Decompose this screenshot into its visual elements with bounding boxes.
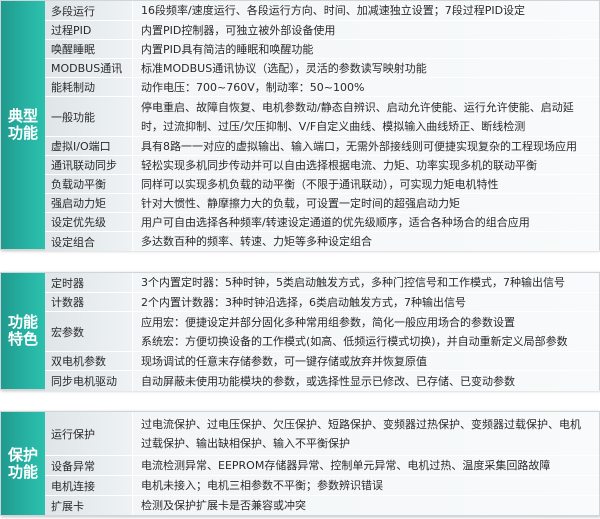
feature-name: 运行保护 [45, 412, 133, 455]
table-row: 唤醒睡眠 内置PID具有简洁的睡眠和唤醒功能 [45, 40, 599, 59]
category-label: 保护功能 [1, 412, 45, 515]
table-row: 一般功能 停电重启、故障自恢复、电机参数动/静态自辨识、启动允许使能、运行允许使能… [45, 97, 599, 137]
feature-name: 唤醒睡眠 [45, 40, 133, 58]
feature-desc-line: 系统宏：方便切换设备的工作模式(如高、低频运行模式切换)，并自动重新定义局部参数 [141, 334, 568, 348]
feature-name: 宏参数 [45, 312, 133, 351]
table-row: 双电机参数 现场调试的任意末存储参数，可一键存储或放弃并恢复原值 [45, 352, 599, 371]
table-row: 同步电机驱动 自动屏蔽未使用功能模块的参数，或选择性显示已修改、已存储、已变动参数 [45, 371, 599, 391]
feature-highlights-section: 功能特色 定时器 3个内置定时器：5种时钟，5类启动触发方式，多种门控信号和工作模… [0, 272, 600, 391]
table-row: 扩展卡 检测及保护扩展卡是否兼容或冲突 [45, 496, 599, 515]
table-row: 多段运行 16段频率/速度运行、各段运行方向、时间、加减速独立设置；7段过程PID… [45, 1, 599, 21]
table-row: 设备异常 电流检测异常、EEPROM存储器异常、控制单元异常、电机过热、温度采集回… [45, 456, 599, 476]
table-row: 运行保护 过电流保护、过电压保护、欠压保护、短路保护、变频器过热保护、变频器过载保… [45, 412, 599, 456]
feature-name: 能耗制动 [45, 78, 133, 96]
feature-desc: 针对大惯性、静摩擦力大的负载，可设置一定时间的超强启动力矩 [133, 194, 599, 212]
feature-name: 双电机参数 [45, 352, 133, 370]
feature-name: 定时器 [45, 273, 133, 292]
feature-desc: 过电流保护、过电压保护、欠压保护、短路保护、变频器过热保护、变频器过载保护、电机… [133, 412, 599, 455]
feature-name: 强启动力矩 [45, 194, 133, 212]
feature-desc: 自动屏蔽未使用功能模块的参数，或选择性显示已修改、已存储、已变动参数 [133, 371, 599, 391]
feature-desc: 3个内置定时器：5种时钟，5类启动触发方式，多种门控信号和工作模式，7种输出信号 [133, 273, 599, 292]
feature-name: 虚拟I/O端口 [45, 137, 133, 155]
feature-desc: 内置PID具有简洁的睡眠和唤醒功能 [133, 40, 599, 58]
feature-name: 设定组合 [45, 232, 133, 251]
feature-rows: 定时器 3个内置定时器：5种时钟，5类启动触发方式，多种门控信号和工作模式，7种输… [45, 273, 599, 391]
table-row: 宏参数 应用宏：便捷设定并部分固化多种常用组参数，简化一般应用场合的参数设置系统宏… [45, 312, 599, 352]
feature-desc: 检测及保护扩展卡是否兼容或冲突 [133, 496, 599, 515]
feature-desc-line: 应用宏：便捷设定并部分固化多种常用组参数，简化一般应用场合的参数设置 [141, 315, 515, 329]
feature-desc: 内置PID控制器，可独立被外部设备使用 [133, 21, 599, 39]
feature-desc: 电机未接入；电机三相参数不平衡；参数辨识错误 [133, 476, 599, 495]
feature-name: 设定优先级 [45, 213, 133, 231]
feature-desc: 用户可自由选择各种频率/转速设定通道的优先级顺序，适合各种场合的组合应用 [133, 213, 599, 231]
table-row: 设定优先级 用户可自由选择各种频率/转速设定通道的优先级顺序，适合各种场合的组合应… [45, 213, 599, 232]
feature-name: 计数器 [45, 293, 133, 311]
feature-rows: 运行保护 过电流保护、过电压保护、欠压保护、短路保护、变频器过热保护、变频器过载保… [45, 412, 599, 515]
feature-desc: 具有8路一一对应的虚拟输出、输入端口，无需外部接线则可便捷实现复杂的工程现场应用 [133, 137, 599, 155]
table-row: MODBUS通讯 标准MODBUS通讯协议（选配），灵活的参数读写映射功能 [45, 59, 599, 78]
feature-name: 通讯联动同步 [45, 156, 133, 174]
feature-desc: 2个内置计数器：3种时钟沿选择，6类启动触发方式，7种输出信号 [133, 293, 599, 311]
feature-name: 扩展卡 [45, 496, 133, 515]
typical-functions-section: 典型功能 多段运行 16段频率/速度运行、各段运行方向、时间、加减速独立设置；7段… [0, 0, 600, 251]
table-row: 强启动力矩 针对大惯性、静摩擦力大的负载，可设置一定时间的超强启动力矩 [45, 194, 599, 213]
feature-desc: 应用宏：便捷设定并部分固化多种常用组参数，简化一般应用场合的参数设置系统宏：方便… [133, 312, 599, 351]
feature-desc: 现场调试的任意末存储参数，可一键存储或放弃并恢复原值 [133, 352, 599, 370]
table-row: 定时器 3个内置定时器：5种时钟，5类启动触发方式，多种门控信号和工作模式，7种输… [45, 273, 599, 293]
category-label: 典型功能 [1, 1, 45, 249]
feature-name: 负载动平衡 [45, 175, 133, 193]
feature-desc: 同样可以实现多机负载的动平衡（不限于通讯联动），可实现力矩电机特性 [133, 175, 599, 193]
feature-desc: 轻松实现多机同步传动并可以自由选择根据电流、力矩、功率实现多机的联动平衡 [133, 156, 599, 174]
feature-desc: 标准MODBUS通讯协议（选配），灵活的参数读写映射功能 [133, 59, 599, 77]
feature-name: MODBUS通讯 [45, 59, 133, 77]
category-label: 功能特色 [1, 273, 45, 389]
feature-desc: 停电重启、故障自恢复、电机参数动/静态自辨识、启动允许使能、运行允许使能、启动延… [133, 97, 599, 136]
feature-name: 同步电机驱动 [45, 371, 133, 391]
feature-desc: 多达数百种的频率、转速、力矩等多种设定组合 [133, 232, 599, 251]
feature-name: 多段运行 [45, 1, 133, 20]
table-row: 负载动平衡 同样可以实现多机负载的动平衡（不限于通讯联动），可实现力矩电机特性 [45, 175, 599, 194]
feature-name: 一般功能 [45, 97, 133, 136]
table-row: 过程PID 内置PID控制器，可独立被外部设备使用 [45, 21, 599, 40]
table-row: 电机连接 电机未接入；电机三相参数不平衡；参数辨识错误 [45, 476, 599, 496]
table-row: 计数器 2个内置计数器：3种时钟沿选择，6类启动触发方式，7种输出信号 [45, 293, 599, 312]
feature-name: 设备异常 [45, 456, 133, 475]
table-row: 设定组合 多达数百种的频率、转速、力矩等多种设定组合 [45, 232, 599, 251]
table-row: 虚拟I/O端口 具有8路一一对应的虚拟输出、输入端口，无需外部接线则可便捷实现复杂… [45, 137, 599, 156]
table-row: 能耗制动 动作电压：700~760V，制动率：50~100% [45, 78, 599, 97]
feature-desc: 16段频率/速度运行、各段运行方向、时间、加减速独立设置；7段过程PID设定 [133, 1, 599, 20]
feature-name: 过程PID [45, 21, 133, 39]
feature-name: 电机连接 [45, 476, 133, 495]
feature-rows: 多段运行 16段频率/速度运行、各段运行方向、时间、加减速独立设置；7段过程PID… [45, 1, 599, 251]
feature-desc: 电流检测异常、EEPROM存储器异常、控制单元异常、电机过热、温度采集回路故障 [133, 456, 599, 475]
protection-functions-section: 保护功能 运行保护 过电流保护、过电压保护、欠压保护、短路保护、变频器过热保护、变… [0, 411, 600, 516]
feature-desc: 动作电压：700~760V，制动率：50~100% [133, 78, 599, 96]
table-row: 通讯联动同步 轻松实现多机同步传动并可以自由选择根据电流、力矩、功率实现多机的联动… [45, 156, 599, 175]
